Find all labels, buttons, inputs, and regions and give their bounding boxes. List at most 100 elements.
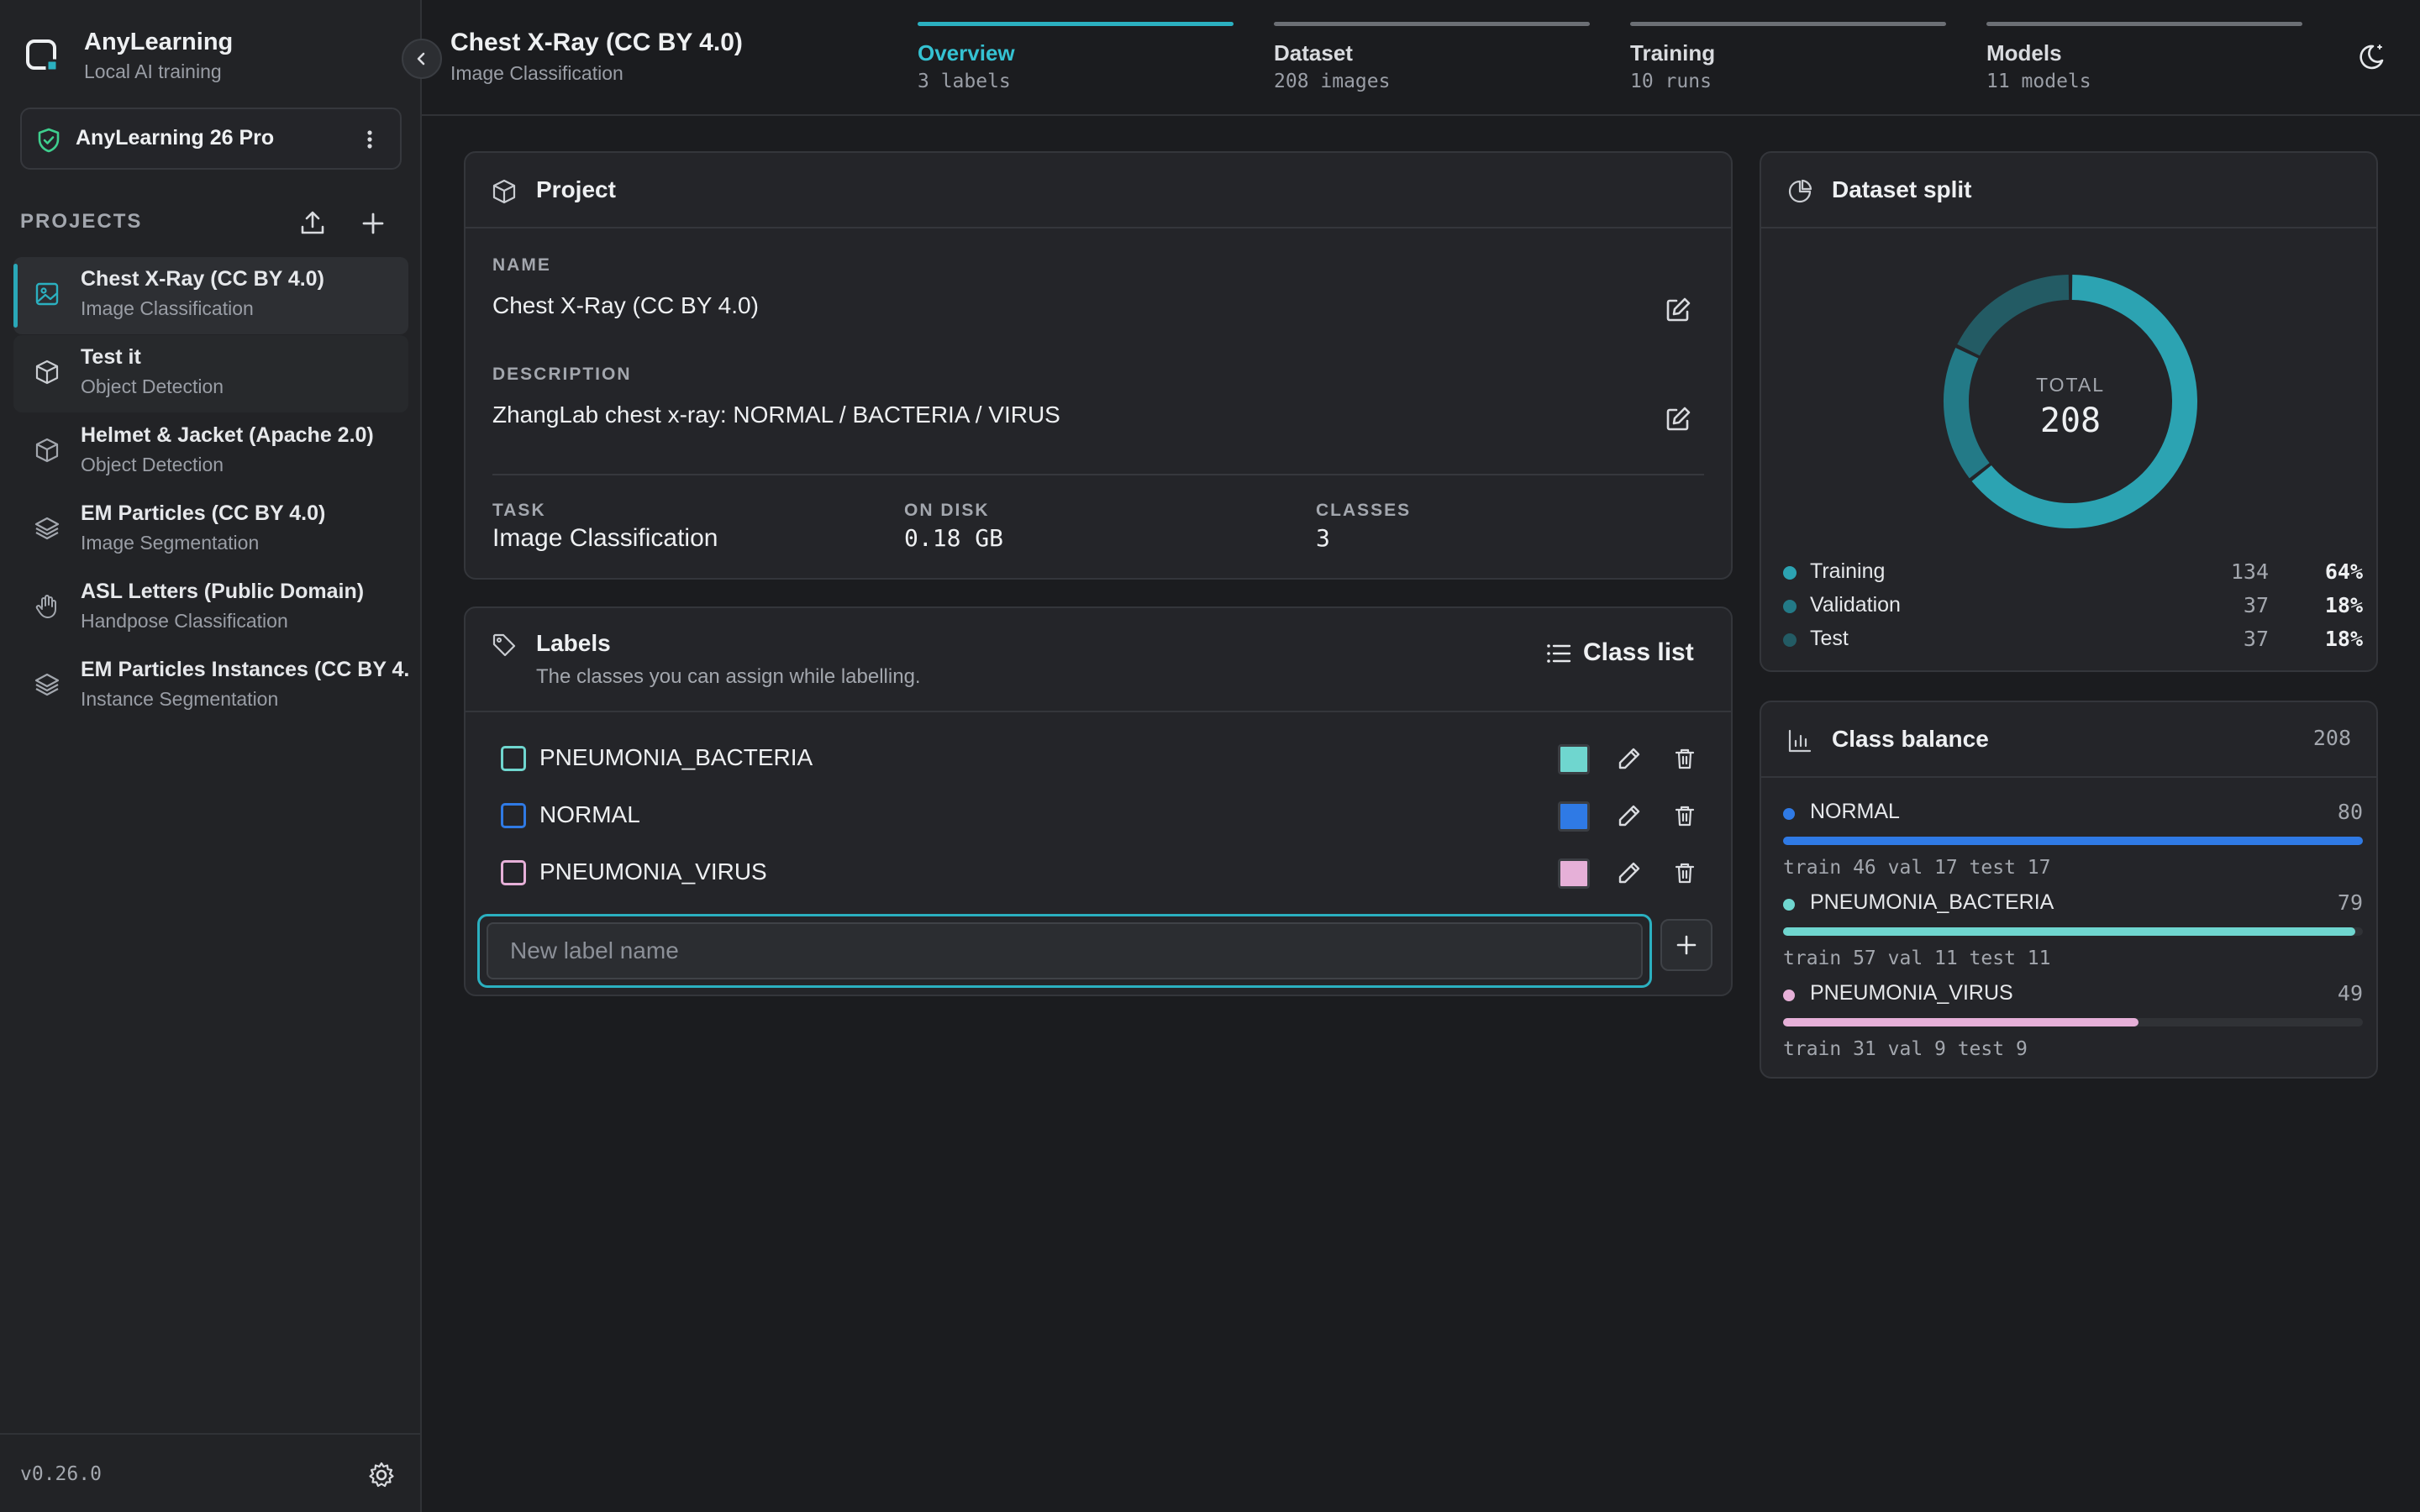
legend-dot	[1783, 600, 1797, 613]
legend-row-test: Test 37 18%	[1783, 623, 2363, 657]
legend-dot	[1783, 566, 1797, 580]
plan-selector[interactable]: AnyLearning 26 Pro	[20, 108, 402, 170]
legend-percent: 64%	[2324, 559, 2363, 584]
project-name: Helmet & Jacket (Apache 2.0)	[81, 423, 374, 447]
task-label: TASK	[492, 501, 546, 520]
collapse-sidebar-button[interactable]	[402, 39, 442, 79]
legend-percent: 18%	[2324, 627, 2363, 651]
labels-card: Labels The classes you can assign while …	[464, 606, 1733, 996]
label-row[interactable]: PNEUMONIA_VIRUS	[466, 845, 1731, 902]
card-header: Labels The classes you can assign while …	[466, 608, 1731, 712]
tab-indicator	[1274, 22, 1590, 26]
pencil-icon[interactable]	[1617, 860, 1642, 885]
tab-sublabel: 11 models	[1986, 71, 2091, 92]
gear-icon[interactable]	[366, 1460, 397, 1490]
brand[interactable]: AnyLearning Local AI training	[20, 24, 407, 91]
app-logo-icon	[26, 39, 59, 72]
balance-fill	[1783, 1018, 2139, 1026]
balance-item-normal: NORMAL 80 train 46 val 17 test 17	[1783, 796, 2363, 880]
new-label-focus-ring	[477, 914, 1652, 988]
project-type: Image Classification	[81, 297, 254, 319]
cube-icon	[492, 179, 516, 204]
project-item-chest-xray[interactable]: Chest X-Ray (CC BY 4.0) Image Classifica…	[13, 257, 408, 334]
label-name: PNEUMONIA_VIRUS	[539, 858, 767, 885]
label-color-swatch[interactable]	[1558, 801, 1590, 832]
balance-splits: train 31 val 9 test 9	[1783, 1038, 2028, 1060]
top-header: Chest X-Ray (CC BY 4.0) Image Classifica…	[422, 0, 2420, 116]
disk-label: ON DISK	[904, 501, 990, 520]
list-icon	[1547, 644, 1571, 663]
project-item-asl-letters[interactable]: ASL Letters (Public Domain) Handpose Cla…	[13, 570, 408, 647]
balance-item-pneumonia-bacteria: PNEUMONIA_BACTERIA 79 train 57 val 11 te…	[1783, 887, 2363, 971]
project-name: EM Particles (CC BY 4.0)	[81, 501, 326, 525]
class-list-button[interactable]: Class list	[1546, 637, 1706, 670]
tab-label: Training	[1630, 40, 1716, 66]
bar-chart-icon	[1788, 729, 1812, 753]
balance-class-name: PNEUMONIA_VIRUS	[1810, 981, 2013, 1005]
label-color-swatch[interactable]	[1558, 744, 1590, 774]
balance-total: 208	[2312, 726, 2351, 750]
divider	[492, 474, 1704, 475]
trash-icon[interactable]	[1672, 860, 1697, 885]
card-title: Project	[536, 176, 616, 202]
donut-segment-test	[1957, 275, 2070, 356]
project-item-em-particles-instances[interactable]: EM Particles Instances (CC BY 4.0) Insta…	[13, 648, 408, 725]
project-item-em-particles[interactable]: EM Particles (CC BY 4.0) Image Segmentat…	[13, 491, 408, 569]
donut-total-value: 208	[2040, 402, 2101, 440]
balance-dot	[1783, 990, 1795, 1001]
project-type: Handpose Classification	[81, 610, 288, 632]
class-balance-card: Class balance 208 NORMAL 80 train 46 val…	[1760, 701, 2378, 1079]
balance-class-name: PNEUMONIA_BACTERIA	[1810, 890, 2054, 914]
label-row[interactable]: NORMAL	[466, 788, 1731, 845]
version-label: v0.26.0	[20, 1463, 102, 1485]
donut-total-label: TOTAL	[2036, 374, 2105, 396]
label-name: PNEUMONIA_BACTERIA	[539, 744, 813, 770]
layers-icon	[34, 517, 60, 540]
edit-name-icon[interactable]	[1664, 296, 1692, 324]
tab-sublabel: 3 labels	[918, 71, 1011, 92]
balance-count: 80	[2337, 800, 2363, 824]
tab-models[interactable]: Models 11 models	[1986, 22, 2304, 97]
tab-sublabel: 208 images	[1274, 71, 1391, 92]
balance-class-name: NORMAL	[1810, 800, 1900, 823]
new-label-input[interactable]	[487, 922, 1643, 979]
legend-count: 134	[2230, 559, 2269, 584]
cube-icon	[35, 438, 59, 463]
project-type: Object Detection	[81, 375, 224, 397]
label-checkbox[interactable]	[501, 860, 526, 885]
add-project-icon[interactable]	[358, 208, 388, 239]
balance-count: 49	[2337, 981, 2363, 1005]
balance-fill	[1783, 837, 2363, 845]
tab-indicator	[918, 22, 1234, 26]
tab-dataset[interactable]: Dataset 208 images	[1274, 22, 1591, 97]
tab-label: Dataset	[1274, 40, 1353, 66]
theme-toggle-icon[interactable]	[2354, 40, 2388, 74]
tab-training[interactable]: Training 10 runs	[1630, 22, 1948, 97]
image-icon	[35, 282, 59, 306]
tab-overview[interactable]: Overview 3 labels	[918, 22, 1235, 97]
pencil-icon[interactable]	[1617, 746, 1642, 771]
label-row[interactable]: PNEUMONIA_BACTERIA	[466, 731, 1731, 788]
more-vertical-icon[interactable]	[358, 124, 381, 155]
balance-dot	[1783, 808, 1795, 820]
add-label-button[interactable]	[1660, 919, 1712, 971]
card-title: Labels	[536, 630, 611, 656]
label-checkbox[interactable]	[501, 746, 526, 771]
label-checkbox[interactable]	[501, 803, 526, 828]
card-header: Class balance 208	[1761, 702, 2376, 778]
trash-icon[interactable]	[1672, 746, 1697, 771]
active-indicator	[13, 264, 18, 328]
project-description-value: ZhangLab chest x-ray: NORMAL / BACTERIA …	[492, 402, 1060, 428]
pencil-icon[interactable]	[1617, 803, 1642, 828]
task-value: Image Classification	[492, 524, 718, 552]
project-item-test-it[interactable]: Test it Object Detection	[13, 335, 408, 412]
legend-percent: 18%	[2324, 593, 2363, 617]
label-color-swatch[interactable]	[1558, 858, 1590, 889]
upload-icon[interactable]	[297, 208, 328, 239]
trash-icon[interactable]	[1672, 803, 1697, 828]
project-item-helmet-jacket[interactable]: Helmet & Jacket (Apache 2.0) Object Dete…	[13, 413, 408, 491]
hand-icon	[35, 595, 56, 618]
tab-label: Models	[1986, 40, 2062, 66]
project-name: ASL Letters (Public Domain)	[81, 580, 365, 603]
edit-description-icon[interactable]	[1664, 405, 1692, 433]
